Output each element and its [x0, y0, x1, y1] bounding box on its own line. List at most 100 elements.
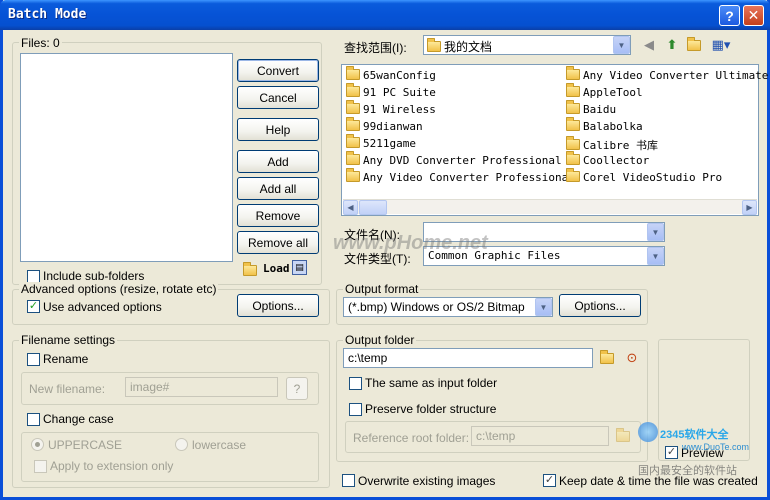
view-menu-icon[interactable]: ▦▾ — [709, 36, 733, 54]
change-case-checkbox[interactable] — [27, 413, 40, 426]
folder-item[interactable]: Any Video Converter Professional — [346, 168, 575, 184]
same-as-input-checkbox[interactable] — [349, 377, 362, 390]
folder-icon — [566, 66, 580, 80]
open-output-folder-icon[interactable]: ⊙ — [623, 349, 641, 367]
folder-item[interactable]: Baidu — [566, 100, 617, 116]
brand-logo-icon — [638, 422, 658, 442]
lowercase-label: lowercase — [192, 438, 247, 452]
back-icon[interactable]: ◀ — [640, 36, 658, 54]
folder-item[interactable]: Coollector — [566, 151, 649, 167]
folder-icon — [566, 151, 580, 165]
folder-item[interactable]: Corel VideoStudio Pro — [566, 168, 722, 184]
folder-open-icon — [243, 262, 257, 276]
lowercase-radio[interactable] — [175, 438, 188, 451]
scroll-right-button[interactable]: ▶ — [742, 200, 757, 215]
folder-item[interactable]: 99dianwan — [346, 117, 423, 133]
folder-item-label: Any Video Converter Ultimate — [583, 69, 769, 82]
folder-icon — [566, 117, 580, 131]
add-button[interactable]: Add — [237, 150, 319, 173]
title-help-button[interactable]: ? — [719, 5, 740, 26]
filename-settings-title: Filename settings — [19, 333, 118, 347]
up-folder-icon[interactable]: ⬆ — [663, 36, 681, 54]
filename-help-button[interactable]: ? — [286, 377, 308, 400]
folder-item-label: 91 PC Suite — [363, 86, 436, 99]
folder-item[interactable]: Balabolka — [566, 117, 643, 133]
title-bar: Batch Mode ? ✕ — [0, 0, 770, 30]
new-folder-icon[interactable] — [686, 36, 704, 54]
same-as-input-label: The same as input folder — [365, 376, 498, 390]
center-watermark: www.pHome.net — [333, 232, 488, 254]
output-format-combo[interactable]: (*.bmp) Windows or OS/2 Bitmap — [343, 297, 553, 317]
uppercase-radio[interactable] — [31, 438, 44, 451]
advanced-options-button[interactable]: Options... — [237, 294, 319, 317]
folder-item-label: 99dianwan — [363, 120, 423, 133]
folder-item[interactable]: Any Video Converter Ultimate — [566, 66, 769, 82]
reference-browse-icon[interactable] — [615, 427, 633, 445]
help-button[interactable]: Help — [237, 118, 319, 141]
preserve-structure-label: Preserve folder structure — [365, 402, 497, 416]
filename-dropdown-arrow[interactable]: ▼ — [647, 223, 664, 241]
new-filename-input[interactable]: image# — [125, 377, 278, 397]
folder-item[interactable]: 5211game — [346, 134, 416, 150]
add-all-button[interactable]: Add all — [237, 177, 319, 200]
folder-item-label: Baidu — [583, 103, 617, 116]
rename-checkbox[interactable] — [27, 353, 40, 366]
filetype-dropdown-arrow[interactable]: ▼ — [647, 247, 664, 265]
output-folder-title: Output folder — [343, 333, 417, 347]
folder-icon — [346, 117, 360, 131]
apply-extension-checkbox[interactable] — [34, 460, 47, 473]
change-case-label: Change case — [43, 412, 114, 426]
apply-extension-label: Apply to extension only — [50, 459, 174, 473]
look-in-value: 我的文档 — [444, 40, 493, 54]
folder-list[interactable]: 65wanConfig 91 PC Suite 91 Wireless 99dianw… — [341, 64, 768, 216]
reference-root-input[interactable]: c:\temp — [471, 426, 609, 446]
convert-button[interactable]: Convert — [237, 59, 319, 82]
browse-folder-icon[interactable] — [599, 349, 617, 367]
folder-item[interactable]: 65wanConfig — [346, 66, 436, 82]
save-disk-icon[interactable]: ▤ — [292, 260, 307, 275]
overwrite-label: Overwrite existing images — [358, 474, 496, 488]
overwrite-checkbox[interactable] — [342, 474, 355, 487]
scroll-left-button[interactable]: ◀ — [343, 200, 358, 215]
output-format-title: Output format — [343, 282, 421, 296]
files-count-label: Files: 0 — [19, 36, 62, 50]
folder-item-label: Any Video Converter Professional — [363, 171, 575, 184]
preserve-structure-checkbox[interactable] — [349, 403, 362, 416]
uppercase-label: UPPERCASE — [48, 438, 123, 452]
reference-root-label: Reference root folder: — [353, 431, 470, 445]
use-advanced-checkbox[interactable]: ✓ — [27, 300, 40, 313]
folder-icon — [346, 100, 360, 114]
batch-mode-window: Batch Mode ? ✕ Files: 0 Convert Cancel H… — [0, 0, 770, 500]
folder-icon — [346, 134, 360, 148]
remove-all-button[interactable]: Remove all — [237, 231, 319, 254]
remove-button[interactable]: Remove — [237, 204, 319, 227]
keep-date-checkbox[interactable]: ✓ — [543, 474, 556, 487]
look-in-combo[interactable]: 我的文档 ▼ — [423, 35, 631, 55]
files-list[interactable] — [20, 53, 233, 262]
folder-list-hscrollbar[interactable]: ◀ ▶ — [343, 199, 757, 215]
folder-item[interactable]: AppleTool — [566, 83, 643, 99]
folder-item[interactable]: Calibre 书库 — [566, 136, 658, 153]
output-format-options-button[interactable]: Options... — [559, 294, 641, 317]
look-in-dropdown-arrow[interactable]: ▼ — [613, 36, 630, 54]
load-button[interactable]: Load — [241, 261, 297, 277]
window-title: Batch Mode — [8, 7, 87, 22]
folder-item[interactable]: Any DVD Converter Professional — [346, 151, 562, 167]
use-advanced-label: Use advanced options — [43, 300, 162, 314]
folder-item-label: AppleTool — [583, 86, 643, 99]
folder-item[interactable]: 91 PC Suite — [346, 83, 436, 99]
folder-item-label: Any DVD Converter Professional — [363, 154, 562, 167]
output-format-dropdown-arrow[interactable]: ▼ — [535, 298, 552, 316]
folder-icon — [346, 83, 360, 97]
scroll-thumb[interactable] — [359, 200, 387, 215]
folder-item[interactable]: 91 Wireless — [346, 100, 436, 116]
title-close-button[interactable]: ✕ — [743, 5, 764, 26]
cancel-button[interactable]: Cancel — [237, 86, 319, 109]
folder-item-label: 65wanConfig — [363, 69, 436, 82]
folder-icon — [346, 66, 360, 80]
rename-label: Rename — [43, 352, 89, 366]
folder-item-label: Calibre 书库 — [583, 139, 658, 152]
folder-icon — [566, 100, 580, 114]
advanced-options-title: Advanced options (resize, rotate etc) — [19, 282, 219, 296]
output-folder-input[interactable]: c:\temp — [343, 348, 593, 368]
